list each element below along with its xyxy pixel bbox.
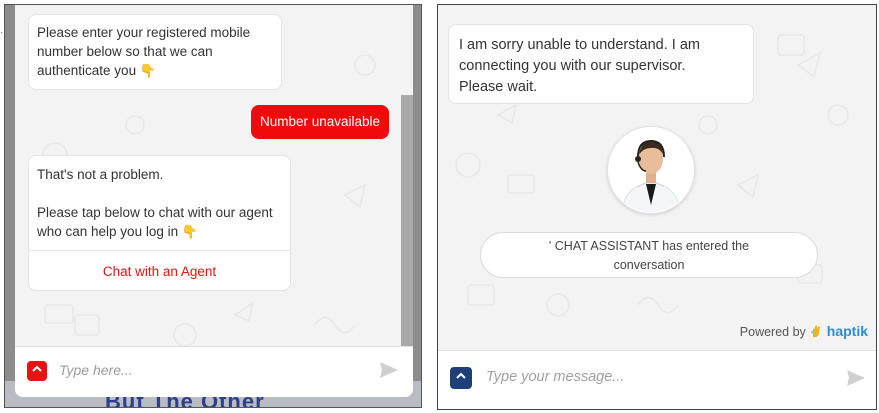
chevron-up-icon[interactable] [27,361,47,381]
left-chat-window: Please enter your registered mobile numb… [15,5,413,397]
bot-message-agent-offer: That's not a problem. Please tap below t… [28,155,291,291]
message-line: conversation [613,258,685,272]
haptik-logo[interactable]: haptik [827,323,868,339]
pointing-down-hand-icon: 👇 [139,63,157,78]
message-line: Please enter your registered mobile [37,25,251,40]
left-chat-widget: But The Other Please enter your register… [4,4,422,408]
agent-avatar [607,126,695,214]
message-body: That's not a problem. Please tap below t… [29,156,290,241]
send-icon[interactable] [379,361,399,379]
chat-with-agent-button[interactable]: Chat with an Agent [29,262,290,281]
edge-dot: · [0,27,4,38]
message-input[interactable]: Type here... [59,362,133,378]
message-text: authenticate you [37,63,137,78]
powered-by-label: Powered by [739,325,806,339]
system-message-agent-joined: ' CHAT ASSISTANT has entered the convers… [480,232,818,278]
message-line: I am sorry unable to understand. I am [459,37,700,53]
divider [29,250,290,251]
bot-message-supervisor: I am sorry unable to understand. I am co… [448,24,754,104]
message-line: ' CHAT ASSISTANT has entered the [548,239,750,253]
message-input[interactable]: Type your message... [486,369,624,385]
powered-by: Powered by haptik [740,323,868,339]
message-line: connecting you with our supervisor. [459,58,686,74]
message-line: That's not a problem. [37,167,164,182]
bot-message-authenticate: Please enter your registered mobile numb… [28,14,282,90]
chevron-up-icon[interactable] [450,367,472,389]
right-chat-widget: I am sorry unable to understand. I am co… [437,4,877,410]
message-line: authenticate you 👇 [37,61,273,80]
pointing-down-hand-icon: 👇 [181,224,199,239]
chevron-up-glyph [32,365,42,372]
left-input-bar: Type here... [15,346,413,397]
right-input-bar: Type your message... [438,350,876,409]
message-text: who can help you log in [37,224,179,239]
chevron-up-glyph [456,372,466,379]
screen: · But The Other Please enter your regist… [0,0,879,413]
send-icon[interactable] [846,369,866,387]
message-line: number below so that we can [37,44,213,59]
message-line: who can help you log in 👇 [37,222,282,241]
agent-avatar-image [609,128,693,212]
scrollbar[interactable] [401,95,413,351]
message-line: Please wait. [459,79,538,95]
user-reply-number-unavailable[interactable]: Number unavailable [251,105,389,139]
haptik-hand-icon [811,325,821,337]
message-line: Please tap below to chat with our agent [37,205,273,220]
